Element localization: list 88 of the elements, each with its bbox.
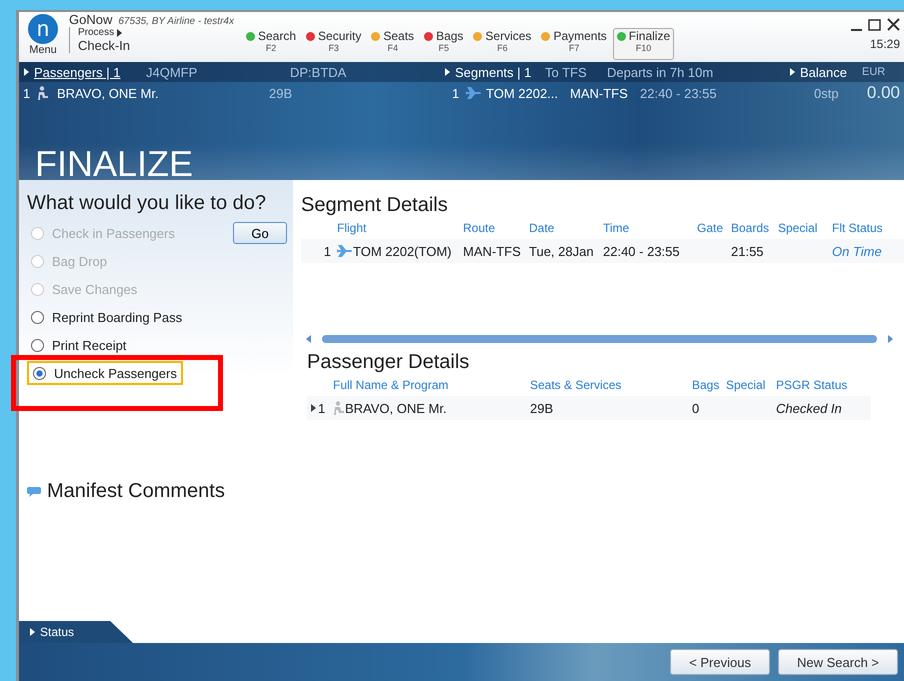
flight-time: 22:40 - 23:55	[640, 86, 718, 100]
step-tab[interactable]: Seats F4	[367, 28, 418, 60]
app-subtitle: 67535, BY Airline - testr4x	[118, 16, 234, 27]
table-cell: TOM 2202(TOM)	[353, 244, 452, 258]
stops: 0stp	[814, 86, 840, 100]
table-cell: 1	[324, 244, 331, 258]
table-row[interactable]: 1 BRAVO, ONE Mr. 29B 0 Checked In	[307, 396, 871, 420]
passengers-toggle[interactable]: Passengers | 1	[34, 64, 146, 80]
currency: EUR	[862, 66, 886, 78]
plane-icon	[337, 244, 353, 258]
manifest-heading: Manifest Comments	[47, 480, 225, 503]
table-row[interactable]: 1 TOM 2202(TOM) MAN-TFS Tue, 28Jan 22:40 - 23:55 21:55 On Time	[301, 239, 904, 263]
booking-reference: J4QMFP	[146, 64, 198, 80]
scrollbar-thumb[interactable]	[322, 335, 877, 343]
app-title: GoNow	[69, 12, 112, 27]
menu-button[interactable]: Menu	[29, 44, 57, 56]
process-menu[interactable]: Process	[78, 27, 114, 38]
action-option[interactable]: Print Receipt	[27, 331, 130, 359]
balance-toggle[interactable]: Balance	[800, 64, 862, 80]
table-cell: 22:40 - 23:55	[603, 244, 680, 258]
table-cell: 29B	[530, 400, 554, 416]
action-option[interactable]: Uncheck Passengers	[27, 361, 183, 385]
column-header: Bags	[692, 377, 720, 394]
step-tab[interactable]: Services F6	[469, 28, 536, 60]
close-icon[interactable]	[887, 18, 900, 31]
column-header: Flt Status	[832, 220, 884, 237]
column-header: Route	[463, 220, 496, 237]
table-cell: 1	[318, 400, 326, 416]
section-heading: Passenger Details	[306, 351, 470, 374]
person-icon	[333, 401, 345, 415]
scroll-left-icon[interactable]	[306, 335, 311, 343]
action-question: What would you like to do?	[27, 192, 268, 215]
column-header: Gate	[697, 220, 724, 237]
column-header: Seats & Services	[530, 377, 622, 394]
column-header: Boards	[731, 220, 770, 237]
radio-button[interactable]	[31, 338, 44, 352]
column-header: Special	[726, 377, 766, 394]
step-tab[interactable]: Security F3	[302, 28, 366, 60]
column-header: Special	[778, 220, 818, 237]
seat: 29B	[269, 86, 452, 100]
status-tab[interactable]: Status	[19, 621, 133, 643]
section-heading: Segment Details	[301, 194, 449, 217]
logo: n	[28, 14, 58, 44]
comment-icon	[27, 486, 41, 498]
column-header: Full Name & Program	[333, 377, 450, 394]
person-icon	[37, 86, 49, 100]
caret-icon	[445, 68, 450, 76]
table-cell: MAN-TFS	[463, 244, 521, 258]
table-cell: On Time	[832, 244, 882, 258]
passenger-name: BRAVO, ONE Mr.	[57, 86, 160, 100]
radio-button[interactable]	[33, 366, 46, 380]
dp-code: DP:BTDA	[290, 64, 348, 80]
step-tab[interactable]: Payments F7	[537, 28, 611, 60]
plane-icon	[466, 86, 482, 100]
passenger-index: 1	[22, 86, 32, 100]
route: MAN-TFS	[570, 86, 629, 100]
destination: To TFS	[545, 64, 588, 80]
column-header: Date	[529, 220, 556, 237]
step-tab[interactable]: Finalize F10	[612, 28, 674, 60]
column-header: Flight	[337, 220, 368, 237]
maximize-icon[interactable]	[868, 18, 881, 30]
radio-button[interactable]	[31, 310, 44, 324]
scroll-right-icon[interactable]	[888, 335, 893, 343]
segment-index: 1	[452, 86, 460, 100]
action-option[interactable]: Reprint Boarding Pass	[27, 303, 186, 331]
step-tab[interactable]: Bags F5	[420, 28, 468, 60]
caret-icon	[790, 68, 795, 76]
departure-countdown: Departs in 7h 10m	[607, 64, 714, 80]
clock: 15:29	[870, 37, 900, 51]
mode-label: Check-In	[78, 38, 130, 53]
table-cell: 0	[692, 400, 700, 416]
caret-icon	[24, 68, 29, 76]
expand-icon[interactable]	[311, 404, 316, 412]
balance-amount: 0.00	[866, 83, 901, 103]
segments-toggle[interactable]: Segments | 1	[455, 64, 545, 80]
table-cell: Tue, 28Jan	[529, 244, 594, 258]
column-header: PSGR Status	[776, 377, 848, 394]
table-cell: 21:55	[731, 244, 764, 258]
step-tab[interactable]: Search F2	[242, 28, 300, 60]
caret-icon	[117, 28, 122, 36]
table-cell: BRAVO, ONE Mr.	[345, 400, 447, 416]
go-button[interactable]: Go	[233, 222, 287, 244]
column-header: Time	[603, 220, 630, 237]
flight-number: TOM 2202...	[486, 86, 560, 100]
nav-button[interactable]: New Search >	[778, 649, 898, 675]
nav-button[interactable]: < Previous	[670, 649, 770, 675]
table-cell: Checked In	[776, 400, 842, 416]
caret-icon	[30, 628, 35, 636]
